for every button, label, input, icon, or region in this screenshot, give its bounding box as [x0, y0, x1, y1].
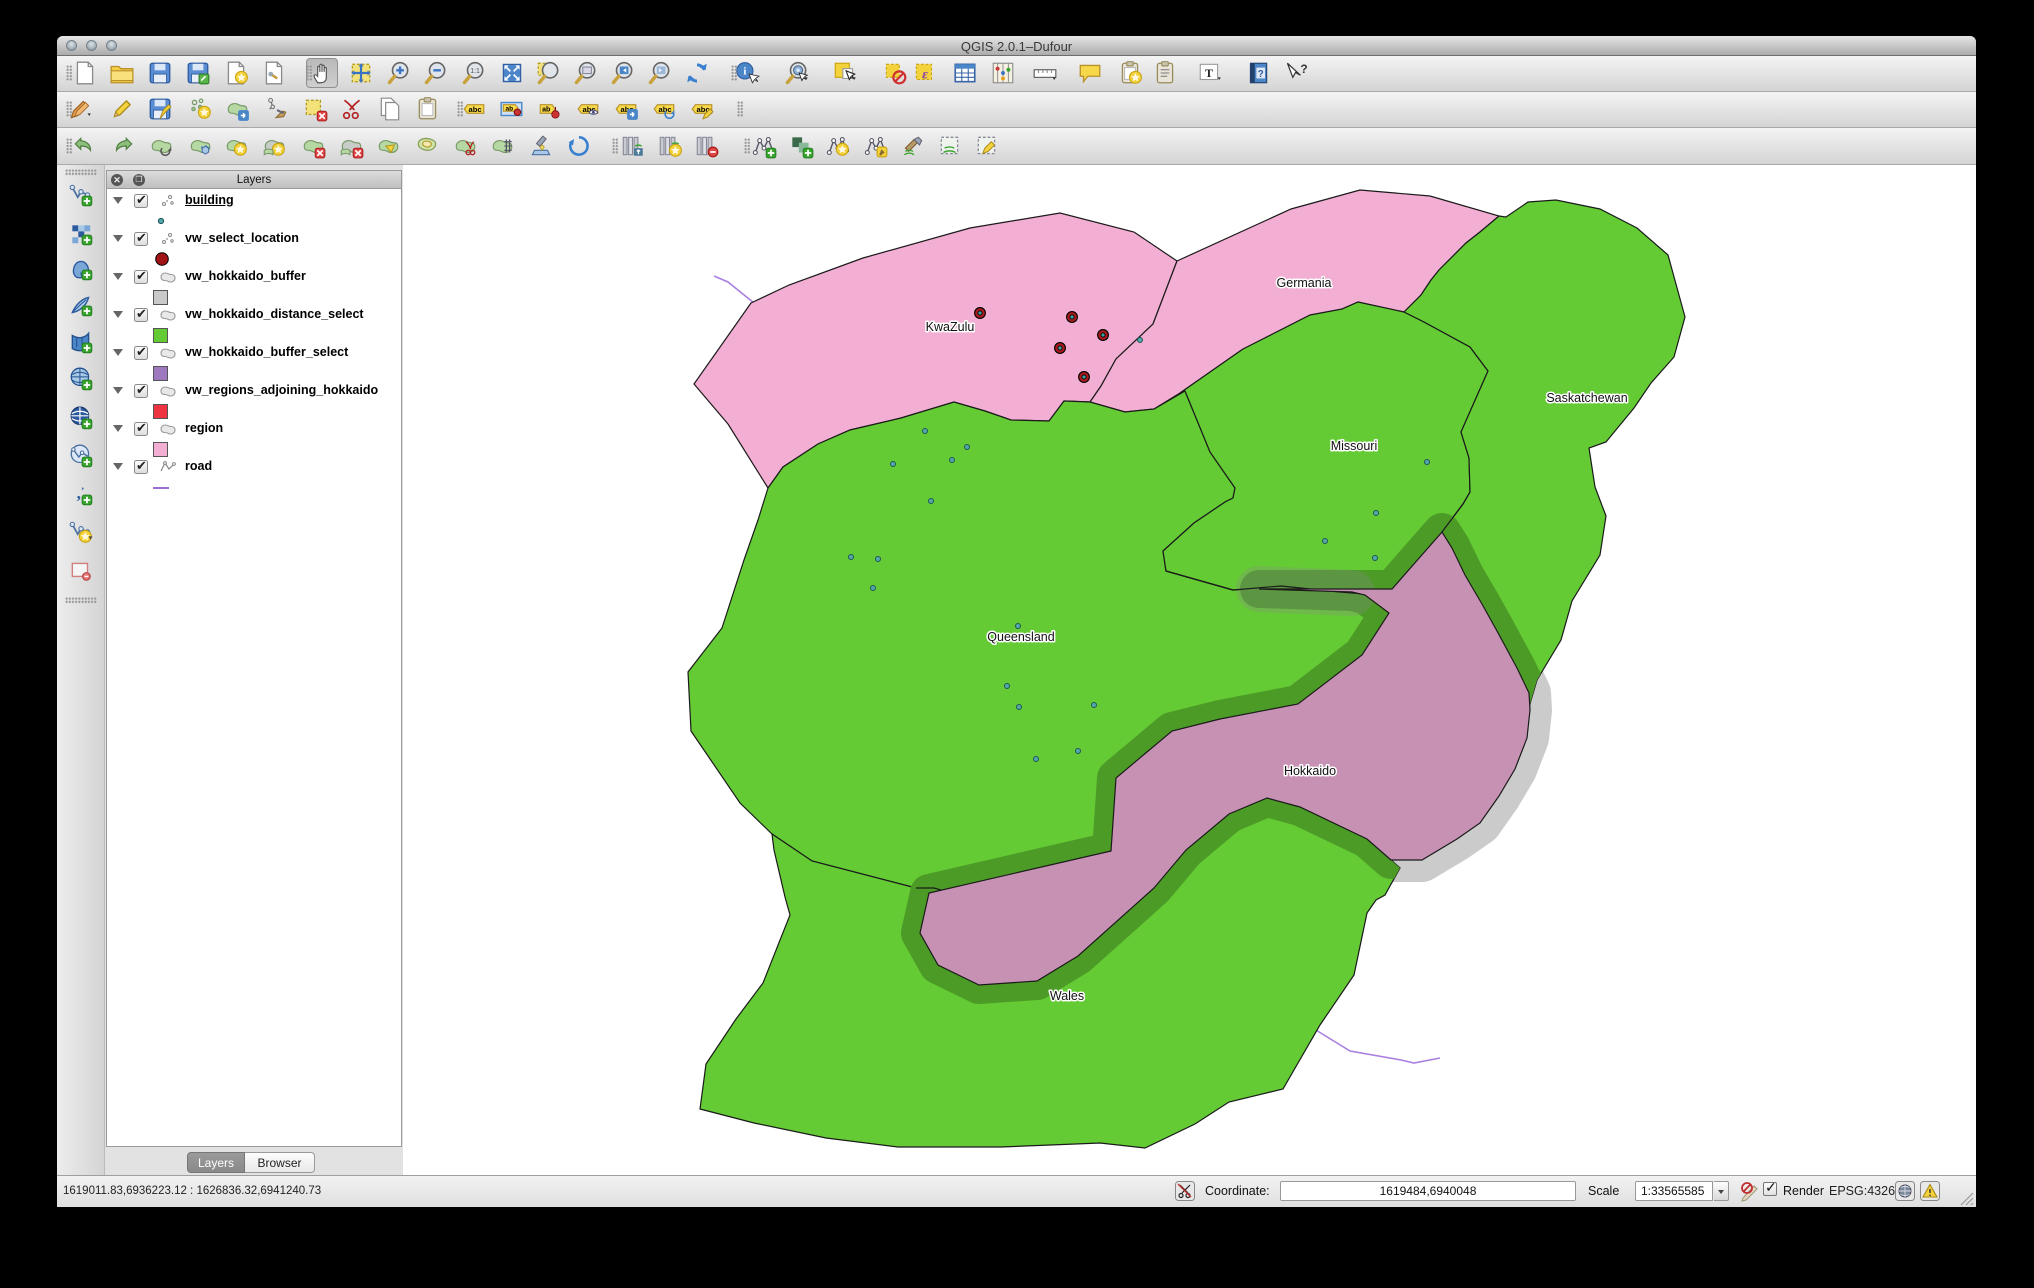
- svg-text:Germania: Germania: [1277, 276, 1332, 290]
- svg-text:abc: abc: [469, 105, 482, 114]
- svg-text:ab: ab: [505, 106, 513, 113]
- svg-text:1:1: 1:1: [470, 68, 480, 75]
- svg-text:ε: ε: [922, 66, 928, 82]
- svg-text:?: ?: [1300, 62, 1307, 76]
- svg-text:?: ?: [1258, 69, 1264, 80]
- svg-text:Hokkaido: Hokkaido: [1284, 764, 1336, 778]
- svg-text:i: i: [743, 66, 746, 78]
- svg-text:KwaZulu: KwaZulu: [926, 320, 975, 334]
- svg-text:ab: ab: [542, 107, 550, 114]
- svg-text:T: T: [1205, 66, 1213, 80]
- svg-text:Saskatchewan: Saskatchewan: [1546, 391, 1627, 405]
- svg-text:Queensland: Queensland: [987, 630, 1054, 644]
- svg-text:Missouri: Missouri: [1331, 439, 1378, 453]
- svg-text:Wales: Wales: [1050, 989, 1084, 1003]
